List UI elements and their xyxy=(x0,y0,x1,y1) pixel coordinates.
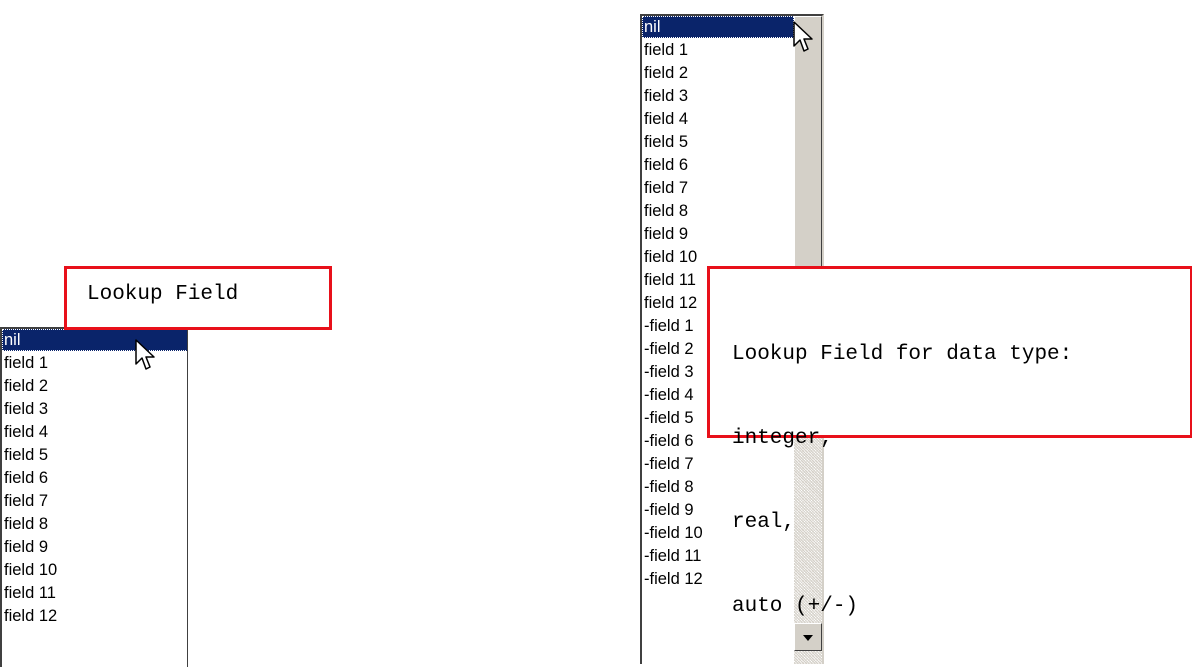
list-item[interactable]: field 2 xyxy=(642,62,794,84)
list-item[interactable]: field 11 xyxy=(2,582,187,604)
list-item[interactable]: field 4 xyxy=(2,421,187,443)
callout-line: real, xyxy=(732,511,796,534)
list-item[interactable]: field 3 xyxy=(642,85,794,107)
mouse-pointer-icon xyxy=(793,21,813,52)
lookup-field-list[interactable]: nil field 1 field 2 field 3 field 4 field 5 fi… xyxy=(0,327,188,667)
list-item[interactable]: field 3 xyxy=(2,398,187,420)
list-item[interactable]: field 5 xyxy=(642,131,794,153)
callout-line: Lookup Field for data type: xyxy=(732,343,1073,366)
list-item[interactable]: field 10 xyxy=(2,559,187,581)
list-item[interactable]: field 8 xyxy=(2,513,187,535)
callout-lookup-field-data-types: Lookup Field for data type: integer, rea… xyxy=(707,266,1192,618)
mouse-pointer-icon xyxy=(135,339,155,370)
callout-line: integer, xyxy=(732,427,833,450)
list-item[interactable]: field 2 xyxy=(2,375,187,397)
callout-lookup-field: Lookup Field xyxy=(64,266,332,330)
list-item[interactable]: field 1 xyxy=(642,39,794,61)
list-item-selected[interactable]: nil xyxy=(642,16,794,38)
list-item[interactable]: field 6 xyxy=(2,467,187,489)
list-item[interactable]: field 4 xyxy=(642,108,794,130)
list-item[interactable]: field 9 xyxy=(2,536,187,558)
list-item[interactable]: field 12 xyxy=(2,605,187,627)
list-item[interactable]: field 10 xyxy=(642,246,794,268)
scrollbar-thumb[interactable] xyxy=(794,16,822,306)
list-item[interactable]: field 6 xyxy=(642,154,794,176)
list-item[interactable]: field 7 xyxy=(642,177,794,199)
list-item[interactable]: field 5 xyxy=(2,444,187,466)
list-item[interactable]: field 7 xyxy=(2,490,187,512)
list-item-selected[interactable]: nil xyxy=(2,329,187,351)
list-item[interactable]: field 9 xyxy=(642,223,794,245)
callout-line: auto (+/-) xyxy=(732,595,859,618)
list-item[interactable]: field 8 xyxy=(642,200,794,222)
list-item[interactable]: field 1 xyxy=(2,352,187,374)
